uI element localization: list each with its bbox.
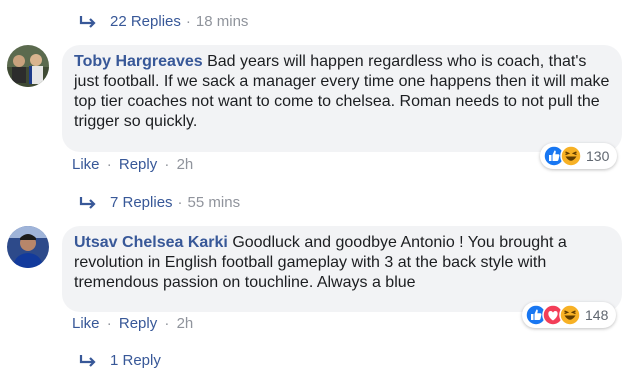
avatar[interactable] xyxy=(7,226,49,268)
like-button[interactable]: Like xyxy=(72,156,100,173)
separator-dot: · xyxy=(164,315,170,332)
comment-actions: Like · Reply · 2h xyxy=(72,315,193,332)
reply-button[interactable]: Reply xyxy=(119,156,157,173)
replies-count[interactable]: 22 Replies xyxy=(110,13,181,30)
reaction-count: 148 xyxy=(585,307,609,323)
view-replies-link[interactable]: 7 Replies · 55 mins xyxy=(78,194,240,211)
reply-arrow-icon xyxy=(79,15,96,28)
avatar-photo xyxy=(7,45,49,87)
reply-button[interactable]: Reply xyxy=(119,315,157,332)
reactions-summary[interactable]: 148 xyxy=(522,302,617,328)
separator-dot: · xyxy=(177,194,183,211)
avatar-photo xyxy=(7,226,49,268)
comment-bubble: Utsav Chelsea Karki Goodluck and goodbye… xyxy=(62,226,622,312)
replies-count[interactable]: 7 Replies xyxy=(110,194,173,211)
replies-time: 55 mins xyxy=(187,194,241,211)
comment-bubble: Toby Hargreaves Bad years will happen re… xyxy=(62,45,622,152)
like-button[interactable]: Like xyxy=(72,315,100,332)
separator-dot: · xyxy=(164,156,170,173)
haha-icon xyxy=(560,145,582,167)
view-replies-link[interactable]: 22 Replies · 18 mins xyxy=(78,13,248,30)
separator-dot: · xyxy=(106,315,112,332)
reply-arrow-icon xyxy=(79,354,96,367)
reaction-count: 130 xyxy=(586,148,610,164)
comment-time[interactable]: 2h xyxy=(177,156,194,173)
comment-time[interactable]: 2h xyxy=(177,315,194,332)
haha-icon xyxy=(559,304,581,326)
separator-dot: · xyxy=(106,156,112,173)
reactions-summary[interactable]: 130 xyxy=(540,143,618,169)
comment-author[interactable]: Utsav Chelsea Karki xyxy=(74,234,228,251)
separator-dot: · xyxy=(185,13,191,30)
replies-count[interactable]: 1 Reply xyxy=(110,352,161,369)
replies-time: 18 mins xyxy=(195,13,249,30)
reply-arrow-icon xyxy=(79,196,96,209)
view-replies-link[interactable]: 1 Reply xyxy=(78,352,161,369)
avatar[interactable] xyxy=(7,45,49,87)
comment-actions: Like · Reply · 2h xyxy=(72,156,193,173)
comment-author[interactable]: Toby Hargreaves xyxy=(74,53,203,70)
